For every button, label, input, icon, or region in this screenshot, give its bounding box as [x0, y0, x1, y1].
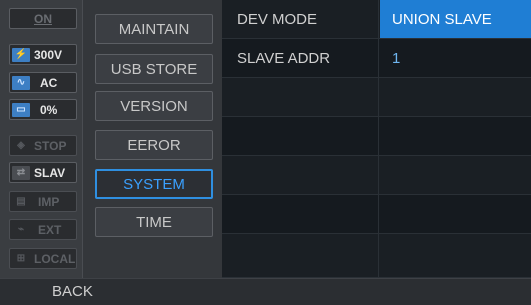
local-icon: ⊞ [16, 253, 26, 264]
stop-icon: ◈ [17, 140, 25, 151]
mode-status: ∿ AC [9, 72, 77, 93]
table-row[interactable]: DEV MODE UNION SLAVE [222, 0, 531, 39]
slave-icon: ⇄ [12, 165, 30, 180]
battery-icon: ▭ [12, 102, 30, 117]
ext-icon: ⌁ [17, 224, 25, 235]
power-on-indicator: ON [9, 8, 77, 29]
stop-label: STOP [34, 138, 67, 153]
ext-label: EXT [38, 222, 62, 237]
table-row-empty [222, 156, 531, 195]
ac-wave-icon: ∿ [12, 75, 30, 90]
table-row-empty [222, 78, 531, 117]
maintain-button[interactable]: MAINTAIN [95, 14, 213, 44]
system-button[interactable]: SYSTEM [95, 169, 213, 199]
voltage-status: ⚡ 300V [9, 44, 77, 65]
menu-panel: MAINTAIN USB STORE VERSION EEROR SYSTEM … [82, 0, 223, 278]
dev-mode-value[interactable]: UNION SLAVE [380, 0, 531, 38]
back-button[interactable]: BACK [52, 283, 93, 300]
voltage-value: 300V [34, 47, 63, 62]
slave-addr-label: SLAVE ADDR [222, 39, 379, 77]
version-button[interactable]: VERSION [95, 91, 213, 121]
settings-table: DEV MODE UNION SLAVE SLAVE ADDR 1 [222, 0, 531, 278]
imp-icon: ▤ [16, 196, 26, 207]
dev-mode-label: DEV MODE [222, 0, 379, 38]
voltage-icon: ⚡ [12, 47, 30, 62]
table-row-empty [222, 117, 531, 156]
time-button[interactable]: TIME [95, 207, 213, 237]
local-status: ⊞ LOCAL [9, 248, 77, 269]
percent-value: 0% [40, 102, 58, 117]
table-row[interactable]: SLAVE ADDR 1 [222, 39, 531, 78]
slave-addr-value[interactable]: 1 [380, 39, 531, 77]
table-row-empty [222, 195, 531, 234]
imp-label: IMP [38, 194, 60, 209]
slave-label: SLAV [34, 165, 66, 180]
imp-status: ▤ IMP [9, 191, 77, 212]
mode-value: AC [40, 75, 58, 90]
percent-status: ▭ 0% [9, 99, 77, 120]
ext-status: ⌁ EXT [9, 219, 77, 240]
stop-status: ◈ STOP [9, 135, 77, 156]
local-label: LOCAL [34, 251, 76, 266]
status-panel: ON ⚡ 300V ∿ AC ▭ 0% ◈ STOP ⇄ SLAV ▤ IMP … [0, 0, 82, 278]
eeror-button[interactable]: EEROR [95, 130, 213, 160]
table-row-empty [222, 234, 531, 278]
usb-store-button[interactable]: USB STORE [95, 54, 213, 84]
slave-status: ⇄ SLAV [9, 162, 77, 183]
footer-bar: BACK [0, 278, 531, 305]
